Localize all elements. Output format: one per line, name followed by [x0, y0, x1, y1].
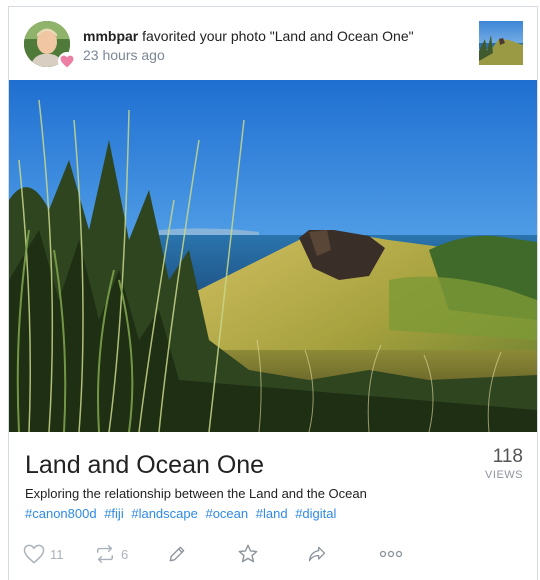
photo-description: Exploring the relationship between the L… — [25, 486, 367, 501]
pencil-icon — [169, 546, 185, 562]
heart-badge — [58, 52, 76, 70]
heart-outline-icon — [23, 544, 45, 564]
star-icon — [238, 544, 258, 563]
favorite-button[interactable] — [237, 540, 259, 568]
tag-link[interactable]: #ocean — [205, 506, 248, 521]
tag-link[interactable]: #fiji — [104, 506, 124, 521]
notification-header: mmbpar favorited your photo "Land and Oc… — [9, 7, 537, 80]
tag-link[interactable]: #landscape — [131, 506, 198, 521]
notification-action-text: favorited your photo — [138, 28, 270, 44]
tag-list: #canon800d #fiji #landscape #ocean #land… — [25, 506, 340, 521]
heart-icon — [60, 55, 74, 67]
notification-text: mmbpar favorited your photo "Land and Oc… — [83, 28, 463, 64]
share-arrow-icon — [308, 546, 326, 562]
repost-icon — [97, 545, 114, 563]
tag-link[interactable]: #land — [256, 506, 288, 521]
photo-info: Land and Ocean One 118 VIEWS Exploring t… — [9, 432, 537, 580]
main-photo[interactable] — [9, 80, 537, 432]
repost-count: 6 — [121, 546, 129, 562]
avatar-container[interactable] — [24, 21, 76, 70]
views-count: 118 — [492, 446, 523, 467]
more-dots-icon — [379, 550, 403, 558]
username-link[interactable]: mmbpar — [83, 28, 138, 44]
photo-title[interactable]: Land and Ocean One — [25, 451, 264, 480]
like-button[interactable]: 11 — [23, 540, 64, 568]
photo-thumbnail[interactable] — [479, 21, 523, 65]
action-bar: 11 6 — [9, 540, 537, 570]
like-count: 11 — [50, 546, 64, 562]
tag-link[interactable]: #canon800d — [25, 506, 97, 521]
views-counter: 118 VIEWS — [485, 446, 523, 482]
notification-card: mmbpar favorited your photo "Land and Oc… — [8, 6, 538, 580]
notification-message: mmbpar favorited your photo "Land and Oc… — [83, 28, 463, 45]
notification-timestamp: 23 hours ago — [83, 47, 165, 63]
more-options-button[interactable] — [379, 540, 403, 568]
notification-photo-title[interactable]: "Land and Ocean One" — [270, 28, 414, 44]
edit-button[interactable] — [167, 540, 187, 568]
views-label: VIEWS — [485, 469, 523, 481]
tag-link[interactable]: #digital — [295, 506, 336, 521]
repost-button[interactable]: 6 — [94, 540, 128, 568]
share-button[interactable] — [307, 540, 327, 568]
